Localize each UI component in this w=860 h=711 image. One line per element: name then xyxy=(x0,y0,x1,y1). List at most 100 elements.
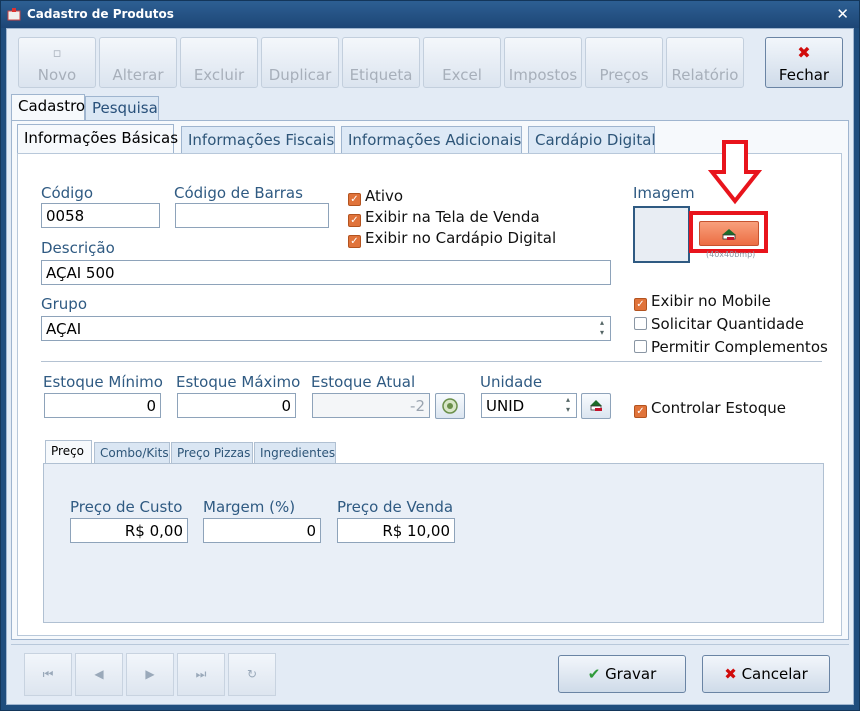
grupo-select[interactable]: AÇAI ▴ ▾ xyxy=(41,316,611,341)
stock-adjust-button[interactable] xyxy=(435,393,465,419)
impostos-button[interactable]: Impostos xyxy=(504,37,582,88)
estoque-minimo-label: Estoque Mínimo xyxy=(43,373,163,391)
tab-combo-kits[interactable]: Combo/Kits xyxy=(94,442,170,464)
preco-venda-field[interactable]: R$ 10,00 xyxy=(337,518,455,543)
solicitar-quantidade-label: Solicitar Quantidade xyxy=(651,315,804,333)
tab-informacoes-adicionais[interactable]: Informações Adicionais xyxy=(341,126,522,153)
alterar-button[interactable]: Alterar xyxy=(99,37,177,88)
unidade-select[interactable]: UNID ▴ ▾ xyxy=(481,393,577,418)
precos-button[interactable]: Preços xyxy=(585,37,663,88)
close-icon[interactable]: ✕ xyxy=(836,5,849,23)
estoque-maximo-label: Estoque Máximo xyxy=(176,373,301,391)
image-preview[interactable] xyxy=(633,206,690,263)
unidade-label: Unidade xyxy=(480,373,543,391)
estoque-atual-label: Estoque Atual xyxy=(311,373,416,391)
codigo-label: Código xyxy=(41,184,94,202)
etiqueta-button[interactable]: Etiqueta xyxy=(342,37,420,88)
excluir-button[interactable]: Excluir xyxy=(180,37,258,88)
grupo-label: Grupo xyxy=(41,295,87,313)
gravar-button[interactable]: ✔ Gravar xyxy=(558,655,686,693)
tab-pesquisa[interactable]: Pesquisa xyxy=(85,96,159,120)
tab-preco-pizzas[interactable]: Preço Pizzas xyxy=(171,442,253,464)
exibir-cardapio-digital-checkbox[interactable]: ✓ Exibir no Cardápio Digital xyxy=(348,229,556,248)
tab-cardapio-digital-label: Cardápio Digital xyxy=(535,131,656,149)
margem-field[interactable]: 0 xyxy=(203,518,321,543)
preco-panel xyxy=(43,463,824,623)
etiqueta-label: Etiqueta xyxy=(349,66,413,84)
tab-informacoes-basicas[interactable]: Informações Básicas xyxy=(17,124,178,154)
gravar-label: Gravar xyxy=(605,665,657,683)
estoque-minimo-field[interactable]: 0 xyxy=(44,393,161,418)
window-title: Cadastro de Produtos xyxy=(27,7,174,21)
estoque-atual-field: -2 xyxy=(312,393,430,418)
tab-informacoes-fiscais[interactable]: Informações Fiscais xyxy=(181,126,335,153)
next-record-button[interactable]: ▶ xyxy=(126,653,174,696)
solicitar-quantidade-checkbox[interactable]: Solicitar Quantidade xyxy=(634,315,804,333)
excel-button[interactable]: Excel xyxy=(423,37,501,88)
exibir-tela-venda-checkbox[interactable]: ✓ Exibir na Tela de Venda xyxy=(348,208,540,227)
load-icon xyxy=(590,400,602,411)
cancelar-button[interactable]: ✖ Cancelar xyxy=(702,655,830,693)
tab-combo-kits-label: Combo/Kits xyxy=(100,446,169,460)
preco-custo-field[interactable]: R$ 0,00 xyxy=(70,518,188,543)
codigo-field[interactable]: 0058 xyxy=(41,203,160,228)
relatorio-button[interactable]: Relatório xyxy=(666,37,744,88)
next-icon: ▶ xyxy=(145,667,155,681)
checkbox-checked-icon: ✓ xyxy=(348,214,361,227)
relatorio-label: Relatório xyxy=(671,66,739,84)
highlight-frame xyxy=(689,211,768,253)
tab-cadastro[interactable]: Cadastro xyxy=(11,94,85,121)
ativo-checkbox[interactable]: ✓ Ativo xyxy=(348,187,403,206)
tab-preco-label: Preço xyxy=(51,444,85,458)
precos-label: Preços xyxy=(599,66,649,84)
impostos-label: Impostos xyxy=(508,66,578,84)
tab-preco[interactable]: Preço xyxy=(45,440,92,465)
title-bar: Cadastro de Produtos ✕ xyxy=(1,1,859,28)
alterar-label: Alterar xyxy=(112,66,164,84)
price-tab-strip: Preço Combo/Kits Preço Pizzas Ingredient… xyxy=(43,439,343,465)
prev-record-button[interactable]: ◀ xyxy=(75,653,123,696)
unidade-add-button[interactable] xyxy=(581,393,611,419)
tab-cardapio-digital[interactable]: Cardápio Digital xyxy=(528,126,656,153)
novo-button[interactable]: ▫ Novo xyxy=(18,37,96,88)
fechar-button[interactable]: ✖ Fechar xyxy=(765,37,843,88)
checkbox-checked-icon: ✓ xyxy=(634,405,647,418)
first-record-button[interactable]: ⏮ xyxy=(24,653,72,696)
duplicar-label: Duplicar xyxy=(268,66,332,84)
red-arrow-icon xyxy=(708,140,762,205)
controlar-estoque-label: Controlar Estoque xyxy=(651,399,786,417)
estoque-maximo-field[interactable]: 0 xyxy=(177,393,296,418)
codigo-barras-label: Código de Barras xyxy=(174,184,303,202)
checkbox-unchecked-icon xyxy=(634,340,647,353)
cancelar-label: Cancelar xyxy=(741,665,808,683)
codigo-barras-field[interactable] xyxy=(175,203,329,228)
imagem-label: Imagem xyxy=(633,184,695,202)
checkbox-checked-icon: ✓ xyxy=(348,193,361,206)
spinner-icon: ▴ ▾ xyxy=(599,318,604,337)
tab-ingredientes[interactable]: Ingredientes xyxy=(254,442,336,464)
check-icon: ✔ xyxy=(587,665,601,683)
duplicar-button[interactable]: Duplicar xyxy=(261,37,339,88)
app-window: Cadastro de Produtos ✕ ▫ Novo Alterar Ex… xyxy=(0,0,860,711)
app-icon xyxy=(7,8,21,21)
exibir-mobile-checkbox[interactable]: ✓ Exibir no Mobile xyxy=(634,292,771,311)
toolbar: ▫ Novo Alterar Excluir Duplicar Etiqueta… xyxy=(7,29,853,89)
preco-venda-label: Preço de Venda xyxy=(337,498,454,516)
cancel-x-icon: ✖ xyxy=(724,665,737,683)
exibir-tela-venda-label: Exibir na Tela de Venda xyxy=(365,208,540,226)
refresh-button[interactable]: ↻ xyxy=(228,653,276,696)
tab-pesquisa-label: Pesquisa xyxy=(92,99,158,117)
tab-informacoes-adicionais-label: Informações Adicionais xyxy=(348,131,522,149)
controlar-estoque-checkbox[interactable]: ✓ Controlar Estoque xyxy=(634,399,786,418)
fechar-label: Fechar xyxy=(778,66,830,84)
close-x-icon: ✖ xyxy=(797,43,811,62)
descricao-field[interactable]: AÇAI 500 xyxy=(41,260,611,285)
cadastro-panel: Informações Básicas Informações Fiscais … xyxy=(11,120,849,640)
refresh-icon: ↻ xyxy=(246,667,258,681)
ativo-label: Ativo xyxy=(365,187,404,205)
last-record-button[interactable]: ⏭ xyxy=(177,653,225,696)
permitir-complementos-label: Permitir Complementos xyxy=(651,338,828,356)
section-divider xyxy=(41,361,822,362)
last-icon: ⏭ xyxy=(195,667,207,681)
permitir-complementos-checkbox[interactable]: Permitir Complementos xyxy=(634,338,828,356)
